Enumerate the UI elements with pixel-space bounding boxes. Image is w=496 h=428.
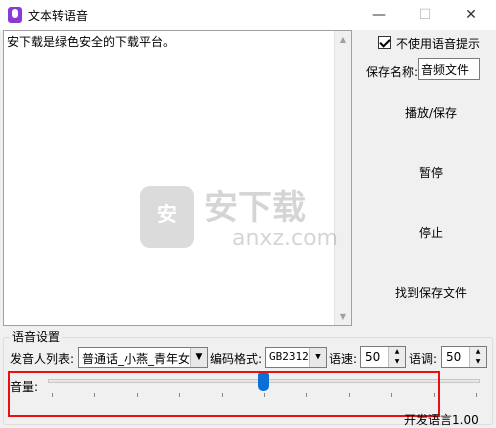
pitch-spinner[interactable]: 50 ▲ ▼: [441, 346, 487, 368]
speed-value[interactable]: 50: [365, 350, 380, 364]
encoding-select[interactable]: GB2312 ▼: [265, 347, 327, 368]
vertical-scrollbar[interactable]: ▲ ▼: [334, 31, 351, 325]
text-editor[interactable]: 安下载是绿色安全的下载平台。 ▲ ▼: [3, 30, 352, 326]
spin-down-icon[interactable]: ▼: [388, 357, 405, 367]
maximize-button: ☐: [418, 7, 432, 23]
find-saved-file-button[interactable]: 找到保存文件: [376, 282, 486, 304]
speed-spinner[interactable]: 50 ▲ ▼: [360, 346, 406, 368]
voice-settings-title: 语音设置: [10, 328, 63, 345]
no-voice-prompt-label: 不使用语音提示: [396, 37, 481, 51]
volume-highlight-box: [8, 371, 440, 417]
footer-version: 开发语言1.00: [404, 413, 479, 427]
spin-down-icon[interactable]: ▼: [469, 357, 486, 367]
microphone-icon: [8, 7, 22, 23]
chevron-down-icon[interactable]: ▼: [190, 348, 207, 367]
minimize-button[interactable]: —: [356, 0, 402, 30]
encoding-selected-value: GB2312: [269, 350, 309, 363]
watermark-en-text: anxz.com: [232, 226, 338, 251]
encoding-label: 编码格式:: [210, 352, 263, 366]
close-button[interactable]: ✕: [448, 0, 494, 30]
play-save-button[interactable]: 播放/保存: [376, 102, 486, 124]
stop-button[interactable]: 停止: [376, 222, 486, 244]
editor-text[interactable]: 安下载是绿色安全的下载平台。: [7, 33, 333, 50]
scroll-down-arrow-icon[interactable]: ▼: [335, 308, 351, 325]
spin-up-icon[interactable]: ▲: [469, 347, 486, 357]
speaker-select[interactable]: 普通话_小燕_青年女 ▼: [78, 347, 208, 368]
pitch-label: 语调:: [409, 352, 438, 366]
window-title: 文本转语音: [28, 9, 89, 23]
chevron-down-icon[interactable]: ▼: [309, 348, 326, 367]
slider-tick: [476, 393, 477, 397]
spin-up-icon[interactable]: ▲: [388, 347, 405, 357]
title-bar: 文本转语音 — ☐ ✕: [0, 0, 496, 30]
pause-button[interactable]: 暂停: [376, 162, 486, 184]
scroll-up-arrow-icon[interactable]: ▲: [335, 31, 351, 48]
speed-label: 语速:: [329, 352, 358, 366]
no-voice-prompt-checkbox[interactable]: [378, 36, 391, 49]
speaker-list-label: 发音人列表:: [10, 352, 75, 366]
watermark-cn-text: 安下载: [204, 188, 306, 228]
save-name-label: 保存名称:: [366, 65, 419, 79]
pitch-value[interactable]: 50: [446, 350, 461, 364]
watermark: 安 安下载 anxz.com: [140, 180, 360, 260]
watermark-bag-char: 安: [157, 202, 177, 226]
save-name-input[interactable]: [418, 58, 480, 80]
speaker-selected-value: 普通话_小燕_青年女: [82, 352, 191, 366]
